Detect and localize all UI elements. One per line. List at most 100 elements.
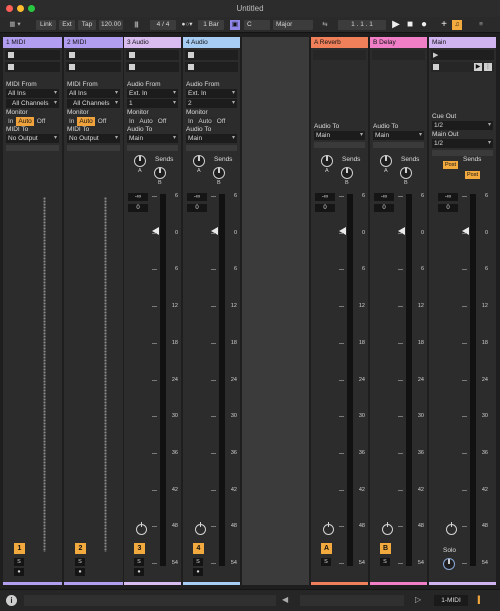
- monitor-auto[interactable]: Auto: [137, 117, 155, 126]
- volume-peak[interactable]: 0: [128, 204, 148, 212]
- monitor-auto[interactable]: Auto: [77, 117, 95, 126]
- send-a-knob[interactable]: [380, 155, 392, 167]
- pan-knob[interactable]: [323, 522, 334, 535]
- pan-knob[interactable]: [195, 522, 206, 535]
- send-b-knob[interactable]: [400, 167, 412, 179]
- midi-to-select[interactable]: No Output: [6, 134, 59, 143]
- track-title[interactable]: B Delay: [370, 37, 427, 48]
- scene-launch-icon[interactable]: ▶: [433, 51, 438, 59]
- clip-stop-slot[interactable]: [185, 62, 238, 72]
- audio-from-select[interactable]: Ext. In: [186, 89, 237, 98]
- solo-label[interactable]: Solo: [443, 547, 456, 554]
- pan-knob[interactable]: [446, 522, 457, 535]
- key-scale-icon[interactable]: ▣: [230, 20, 240, 30]
- stop-clip-icon[interactable]: [69, 64, 75, 70]
- track-title[interactable]: 1 MIDI: [3, 37, 62, 48]
- hamburger-icon[interactable]: ≡: [470, 20, 492, 30]
- send-a-knob[interactable]: [193, 155, 205, 167]
- metronome-icon[interactable]: ●○▾: [179, 20, 195, 30]
- info-icon[interactable]: i: [6, 595, 17, 606]
- main-out-select[interactable]: 1/2: [432, 139, 493, 148]
- scene-launch-slot[interactable]: ▶: [431, 50, 494, 60]
- arm-button[interactable]: ●: [75, 568, 85, 576]
- send-a-knob[interactable]: [134, 155, 146, 167]
- track-activator-button[interactable]: 3: [134, 543, 145, 554]
- track-title[interactable]: A Reverb: [311, 37, 368, 48]
- input-channel-select[interactable]: 1: [127, 99, 178, 108]
- post-toggle-a[interactable]: Post: [443, 161, 459, 169]
- midi-to-select[interactable]: No Output: [67, 134, 120, 143]
- volume-readout[interactable]: -∞: [187, 193, 207, 201]
- pan-knob[interactable]: [382, 522, 393, 535]
- volume-fader[interactable]: [339, 227, 346, 235]
- clip-slot[interactable]: [372, 50, 425, 60]
- channel-select[interactable]: All Channels: [67, 99, 120, 108]
- volume-readout[interactable]: -∞: [438, 193, 458, 201]
- volume-readout[interactable]: -∞: [315, 193, 335, 201]
- stop-all-clips-icon[interactable]: [433, 64, 439, 70]
- arm-button[interactable]: ●: [14, 568, 24, 576]
- volume-fader[interactable]: [398, 227, 405, 235]
- audio-to-select[interactable]: Main: [186, 134, 237, 143]
- follow-icon[interactable]: ⇆: [316, 20, 334, 30]
- track-drop-area[interactable]: [242, 37, 309, 585]
- ext-sync-button[interactable]: Ext: [59, 20, 75, 30]
- post-toggle-b[interactable]: Post: [465, 171, 481, 179]
- selected-track-label[interactable]: 1-MIDI: [434, 595, 468, 606]
- cue-volume-knob[interactable]: [443, 558, 455, 570]
- clip-slot[interactable]: [126, 50, 179, 60]
- volume-peak[interactable]: 0: [374, 204, 394, 212]
- time-signature-field[interactable]: 4 / 4: [150, 20, 176, 30]
- clip-slot[interactable]: [66, 50, 121, 60]
- arm-button[interactable]: ●: [193, 568, 203, 576]
- solo-button[interactable]: S: [134, 558, 144, 566]
- monitor-off[interactable]: Off: [214, 117, 228, 126]
- channel-select[interactable]: All Channels: [6, 99, 59, 108]
- audio-from-select[interactable]: Ext. In: [127, 89, 178, 98]
- audio-to-select[interactable]: Main: [373, 131, 424, 140]
- clip-stop-slot[interactable]: [126, 62, 179, 72]
- monitor-auto[interactable]: Auto: [16, 117, 34, 126]
- stop-clip-icon[interactable]: [8, 52, 14, 58]
- volume-peak[interactable]: 0: [315, 204, 335, 212]
- monitor-off[interactable]: Off: [155, 117, 169, 126]
- monitor-off[interactable]: Off: [34, 117, 48, 126]
- monitor-auto[interactable]: Auto: [196, 117, 214, 126]
- send-b-knob[interactable]: [341, 167, 353, 179]
- clip-slot[interactable]: [5, 50, 60, 60]
- key-select[interactable]: C: [244, 20, 270, 30]
- midi-arrangement-icon[interactable]: ♫: [452, 20, 462, 30]
- solo-button[interactable]: S: [14, 558, 24, 566]
- add-icon[interactable]: +: [439, 20, 449, 30]
- mixer-view-icon[interactable]: |||||: [477, 594, 493, 606]
- clip-stop-slot[interactable]: [5, 62, 60, 72]
- view-toggle-icon[interactable]: ▦ ▾: [4, 20, 26, 30]
- device-view-icon[interactable]: ▷: [415, 595, 425, 606]
- clip-stop-slot[interactable]: [66, 62, 121, 72]
- midi-from-select[interactable]: All Ins: [67, 89, 120, 98]
- cue-out-select[interactable]: 1/2: [432, 121, 493, 130]
- monitor-off[interactable]: Off: [95, 117, 109, 126]
- arm-button[interactable]: ●: [134, 568, 144, 576]
- stop-clip-icon[interactable]: [188, 64, 194, 70]
- track-activator-button[interactable]: B: [380, 543, 391, 554]
- clip-slot[interactable]: [185, 50, 238, 60]
- tap-tempo-button[interactable]: Tap: [78, 20, 96, 30]
- solo-button[interactable]: S: [75, 558, 85, 566]
- solo-button[interactable]: S: [321, 558, 331, 566]
- volume-fader[interactable]: [462, 227, 469, 235]
- tempo-field[interactable]: 120.00: [99, 20, 123, 30]
- song-position-field[interactable]: 1 . 1 . 1: [338, 20, 386, 30]
- play-icon[interactable]: ▶: [391, 20, 401, 30]
- stop-clip-icon[interactable]: [129, 52, 135, 58]
- track-activator-button[interactable]: A: [321, 543, 332, 554]
- track-activator-button[interactable]: 4: [193, 543, 204, 554]
- volume-peak[interactable]: 0: [438, 204, 458, 212]
- solo-button[interactable]: S: [380, 558, 390, 566]
- stop-clip-icon[interactable]: [8, 64, 14, 70]
- quantize-select[interactable]: 1 Bar: [198, 20, 224, 30]
- send-b-knob[interactable]: [154, 167, 166, 179]
- stop-clip-icon[interactable]: [69, 52, 75, 58]
- midi-from-select[interactable]: All Ins: [6, 89, 59, 98]
- audio-to-select[interactable]: Main: [127, 134, 178, 143]
